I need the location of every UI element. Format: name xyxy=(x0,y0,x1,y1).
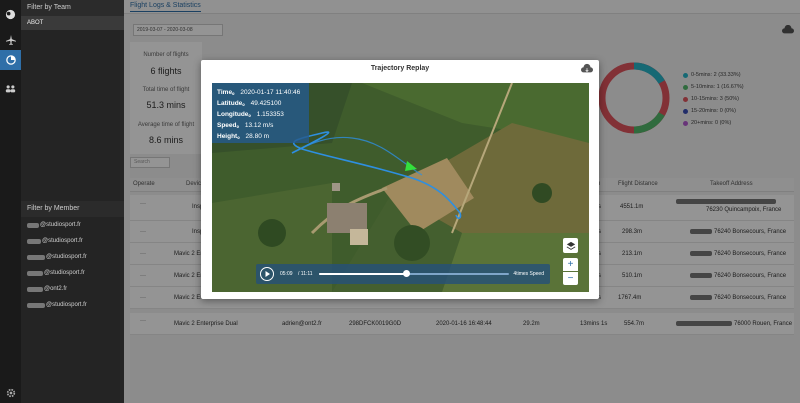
team-item-abot[interactable]: ABOT xyxy=(21,16,124,30)
trajectory-replay-modal: Trajectory Replay Time。 2020-01-17 11:40… xyxy=(201,60,599,299)
progress-fill xyxy=(319,273,407,275)
satellite-map[interactable]: Time。 2020-01-17 11:40:46 Latitude。 49.4… xyxy=(212,83,589,292)
latitude-label: Latitude。 xyxy=(217,100,249,107)
latitude-value: 49.425100 xyxy=(250,100,282,107)
planet-icon[interactable] xyxy=(0,4,21,24)
dashboard-icon[interactable] xyxy=(0,50,21,70)
zoom-in-button[interactable]: + xyxy=(563,258,578,271)
icon-rail xyxy=(0,0,21,403)
speed-value: 13.12 m/s xyxy=(244,122,274,129)
member-email: @studiosport.fr xyxy=(42,238,83,244)
latitude-row: Latitude。 49.425100 xyxy=(217,98,304,109)
play-button[interactable] xyxy=(260,267,274,281)
flight-info-panel: Time。 2020-01-17 11:40:46 Latitude。 49.4… xyxy=(212,83,309,143)
member-item[interactable]: @studiosport.fr xyxy=(21,249,124,265)
member-email: @ont2.fr xyxy=(44,286,68,292)
speed-label: Speed。 xyxy=(217,122,244,129)
longitude-row: Longitude。 1.153353 xyxy=(217,109,304,120)
play-icon xyxy=(265,271,270,277)
filter-panel: Filter by Team ABOT Filter by Member @st… xyxy=(21,0,124,403)
filter-member-header: Filter by Member xyxy=(21,201,124,217)
member-email: @studiosport.fr xyxy=(40,222,81,228)
member-email: @studiosport.fr xyxy=(44,270,85,276)
progress-slider[interactable] xyxy=(319,270,509,277)
member-section: Filter by Member @studiosport.fr @studio… xyxy=(21,201,124,313)
modal-title: Trajectory Replay xyxy=(370,65,430,72)
cloud-download-icon[interactable] xyxy=(581,63,593,75)
longitude-label: Longitude。 xyxy=(217,111,255,118)
member-email: @studiosport.fr xyxy=(46,254,87,260)
progress-knob[interactable] xyxy=(403,270,411,277)
longitude-value: 1.153353 xyxy=(256,111,284,118)
zoom-out-button[interactable]: − xyxy=(563,272,578,285)
time-row: Time。 2020-01-17 11:40:46 xyxy=(217,87,304,98)
airplane-icon[interactable] xyxy=(0,30,21,50)
member-item[interactable]: @studiosport.fr xyxy=(21,217,124,233)
height-label: Height。 xyxy=(217,133,244,140)
layers-button[interactable] xyxy=(563,238,578,253)
height-value: 28.80 m xyxy=(245,133,270,140)
replay-player: 05:09 / 11:11 4times Speed xyxy=(256,264,550,284)
total-time: / 11:11 xyxy=(298,271,313,277)
time-label: Time。 xyxy=(217,89,239,96)
team-icon[interactable] xyxy=(0,78,21,98)
filter-team-header: Filter by Team xyxy=(21,0,124,16)
member-email: @studiosport.fr xyxy=(46,302,87,308)
current-time: 05:09 xyxy=(280,271,293,277)
settings-icon[interactable] xyxy=(0,383,21,403)
member-item[interactable]: @studiosport.fr xyxy=(21,265,124,281)
layers-icon xyxy=(566,241,575,250)
height-row: Height。 28.80 m xyxy=(217,131,304,142)
member-item[interactable]: @ont2.fr xyxy=(21,281,124,297)
member-item[interactable]: @studiosport.fr xyxy=(21,297,124,313)
speed-row: Speed。 13.12 m/s xyxy=(217,120,304,131)
member-item[interactable]: @studiosport.fr xyxy=(21,233,124,249)
playback-speed[interactable]: 4times Speed xyxy=(513,271,544,277)
time-value: 2020-01-17 11:40:46 xyxy=(240,89,301,96)
